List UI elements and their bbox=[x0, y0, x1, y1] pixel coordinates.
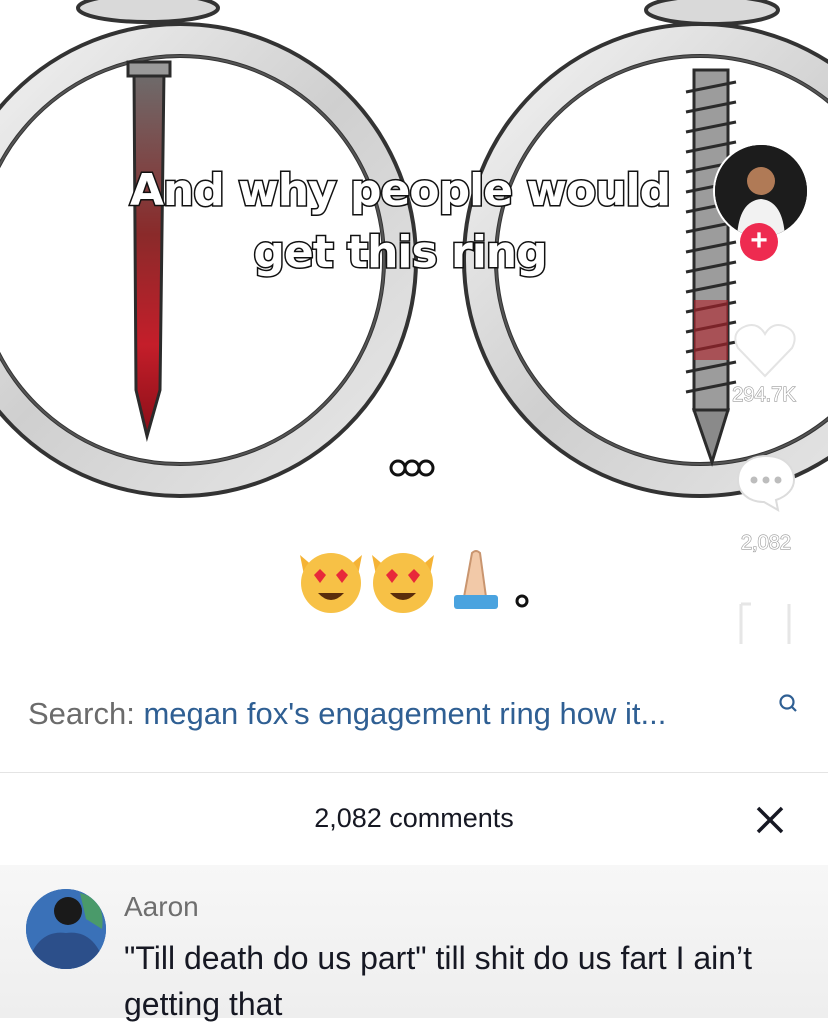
caption-line-2: get this ring bbox=[252, 226, 549, 280]
search-suggestion-bar[interactable]: Search: megan fox's engagement ring how … bbox=[0, 672, 828, 773]
search-icon[interactable] bbox=[777, 692, 799, 716]
comments-header: 2,082 comments bbox=[0, 773, 828, 865]
video-caption: And why people would get this ring bbox=[60, 160, 740, 284]
degree-symbol bbox=[515, 594, 529, 608]
video-player[interactable]: And why people would get this ring + 294… bbox=[0, 0, 828, 672]
search-prefix: Search: bbox=[28, 696, 135, 731]
commenter-avatar[interactable] bbox=[26, 889, 106, 969]
infinity-symbol bbox=[389, 459, 435, 477]
creator-avatar-wrapper[interactable]: + bbox=[713, 143, 809, 261]
caption-line-1: And why people would bbox=[128, 164, 672, 218]
follow-plus-button[interactable]: + bbox=[740, 223, 778, 261]
praying-hands-emoji bbox=[454, 550, 498, 609]
heart-eyes-cat-emoji-1 bbox=[300, 553, 362, 613]
comment-text: "Till death do us part" till shit do us … bbox=[124, 940, 753, 1022]
close-icon[interactable] bbox=[753, 803, 787, 837]
search-suggestion[interactable]: Search: megan fox's engagement ring how … bbox=[28, 696, 666, 732]
plus-icon: + bbox=[750, 224, 768, 257]
search-query[interactable]: megan fox's engagement ring how it... bbox=[143, 696, 666, 731]
heart-eyes-cat-emoji-2 bbox=[372, 553, 434, 613]
comment-icon[interactable] bbox=[734, 452, 798, 512]
emoji-row bbox=[296, 545, 536, 620]
comment-count: 2,082 bbox=[740, 531, 792, 554]
heart-icon[interactable] bbox=[732, 320, 798, 380]
like-count: 294.7K bbox=[732, 383, 797, 406]
comment-item[interactable]: Aaron "Till death do us part" till shit … bbox=[0, 865, 828, 1022]
comment-username[interactable]: Aaron bbox=[124, 891, 199, 923]
share-icon[interactable] bbox=[737, 600, 793, 648]
comments-count-title: 2,082 comments bbox=[314, 803, 514, 833]
